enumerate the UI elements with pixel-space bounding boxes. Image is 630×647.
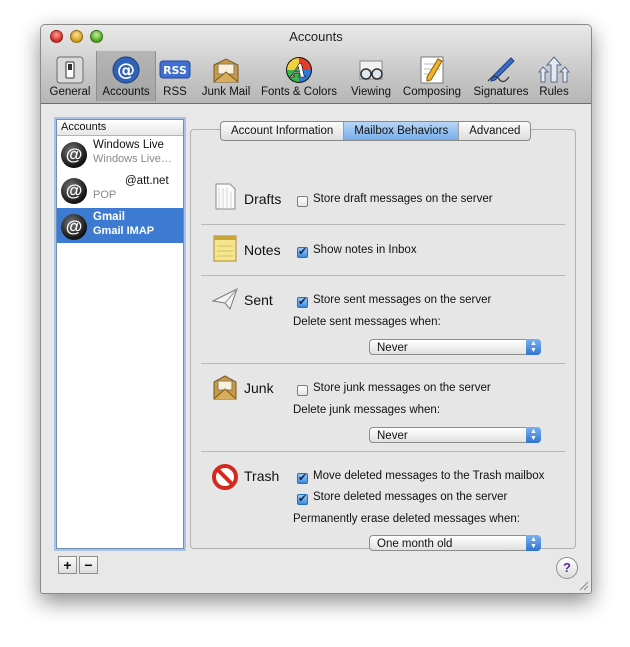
delete-junk-label: Delete junk messages when: xyxy=(293,404,441,416)
toolbar-general[interactable]: General xyxy=(45,51,95,101)
store-deleted-label: Store deleted messages on the server xyxy=(313,491,508,503)
svg-text:A: A xyxy=(290,60,307,82)
toolbar-fonts-colors[interactable]: A Fonts & Colors xyxy=(257,51,341,101)
erase-deleted-label: Permanently erase deleted messages when: xyxy=(293,513,520,525)
toolbar-label: Composing xyxy=(402,86,462,98)
divider xyxy=(201,451,565,452)
erase-deleted-popup[interactable]: One month old ▲ ▼ xyxy=(369,535,541,551)
toolbar-label: General xyxy=(49,86,91,98)
delete-sent-value: Never xyxy=(377,342,408,354)
at-sign-icon: @ xyxy=(112,56,140,84)
move-to-trash-checkbox[interactable] xyxy=(297,471,308,484)
mailbox-behaviors-panel: Drafts Store draft messages on the serve… xyxy=(190,129,576,551)
toolbar-label: Signatures xyxy=(473,86,529,98)
divider xyxy=(201,363,565,364)
sent-title: Sent xyxy=(244,292,273,308)
junk-envelope-icon xyxy=(213,58,239,83)
tab-bar: Account Information Mailbox Behaviors Ad… xyxy=(220,121,532,141)
junk-title: Junk xyxy=(244,380,274,396)
remove-account-button[interactable]: − xyxy=(79,556,98,574)
notes-pad-icon xyxy=(213,235,237,262)
svg-text:RSS: RSS xyxy=(163,64,187,77)
junk-envelope-icon xyxy=(213,375,237,400)
preferences-window: Accounts General @ Accounts RSS RSS Junk… xyxy=(40,24,592,594)
popup-arrows-icon: ▲ ▼ xyxy=(526,535,541,551)
account-name: @att.net xyxy=(125,175,169,187)
toolbar-label: Accounts xyxy=(102,86,150,98)
resize-grip-icon[interactable] xyxy=(578,580,589,591)
pen-signature-icon xyxy=(487,57,515,83)
erase-deleted-value: One month old xyxy=(377,538,453,550)
glasses-icon xyxy=(359,60,383,80)
show-notes-label: Show notes in Inbox xyxy=(313,244,417,256)
account-item-att[interactable]: @ @att.net POP xyxy=(57,172,183,208)
account-type: POP xyxy=(93,189,117,201)
accounts-list-header: Accounts xyxy=(57,120,183,136)
store-sent-checkbox[interactable] xyxy=(297,295,308,308)
account-item-gmail[interactable]: @ Gmail Gmail IMAP xyxy=(57,208,183,244)
titlebar: Accounts General @ Accounts RSS RSS Junk… xyxy=(41,25,591,104)
at-sign-icon: @ xyxy=(61,214,87,240)
rss-icon: RSS xyxy=(159,60,191,79)
store-drafts-label: Store draft messages on the server xyxy=(313,193,493,205)
delete-junk-value: Never xyxy=(377,430,408,442)
delete-junk-popup[interactable]: Never ▲ ▼ xyxy=(369,427,541,443)
delete-sent-label: Delete sent messages when: xyxy=(293,316,441,328)
toolbar-label: Fonts & Colors xyxy=(260,86,338,98)
notes-title: Notes xyxy=(244,242,281,258)
store-deleted-checkbox[interactable] xyxy=(297,492,308,505)
toolbar-label: Junk Mail xyxy=(201,86,251,98)
toolbar-junk-mail[interactable]: Junk Mail xyxy=(198,51,254,101)
help-button[interactable]: ? xyxy=(556,557,578,579)
window-title: Accounts xyxy=(289,29,343,44)
account-type: Windows Live… xyxy=(93,153,172,165)
divider xyxy=(201,224,565,225)
toolbar-rules[interactable]: Rules xyxy=(534,51,574,101)
drafts-title: Drafts xyxy=(244,191,282,207)
drafts-document-icon xyxy=(215,183,236,210)
delete-sent-popup[interactable]: Never ▲ ▼ xyxy=(369,339,541,355)
trash-title: Trash xyxy=(244,468,280,484)
at-sign-icon: @ xyxy=(61,142,87,168)
rules-arrows-icon xyxy=(538,56,570,83)
toolbar-accounts[interactable]: @ Accounts xyxy=(96,51,156,101)
tab-account-information[interactable]: Account Information xyxy=(221,122,345,140)
store-junk-label: Store junk messages on the server xyxy=(313,382,491,394)
add-account-button[interactable]: + xyxy=(58,556,77,574)
toolbar-label: Viewing xyxy=(350,86,392,98)
store-sent-label: Store sent messages on the server xyxy=(313,294,492,306)
svg-text:@: @ xyxy=(117,60,135,81)
popup-arrows-icon: ▲ ▼ xyxy=(526,339,541,355)
sent-paper-plane-icon xyxy=(211,288,238,310)
store-junk-checkbox[interactable] xyxy=(297,385,308,396)
move-to-trash-label: Move deleted messages to the Trash mailb… xyxy=(313,470,545,482)
toolbar-viewing[interactable]: Viewing xyxy=(346,51,396,101)
toolbar-signatures[interactable]: Signatures xyxy=(469,51,533,101)
toolbar-rss[interactable]: RSS RSS xyxy=(155,51,195,101)
account-name: Windows Live xyxy=(93,139,164,151)
color-a-icon: A xyxy=(286,57,312,83)
tab-advanced[interactable]: Advanced xyxy=(459,122,530,140)
accounts-list[interactable]: Accounts @ Windows Live Windows Live… @ … xyxy=(56,119,184,549)
show-notes-checkbox[interactable] xyxy=(297,245,308,258)
store-drafts-checkbox[interactable] xyxy=(297,196,308,207)
trash-no-symbol-icon xyxy=(212,464,238,490)
divider xyxy=(201,275,565,276)
account-item-windows-live[interactable]: @ Windows Live Windows Live… xyxy=(57,136,183,172)
at-sign-icon: @ xyxy=(61,178,87,204)
account-name: Gmail xyxy=(93,211,125,223)
toolbar-composing[interactable]: Composing xyxy=(399,51,465,101)
pencil-paper-icon xyxy=(420,56,444,84)
tab-mailbox-behaviors[interactable]: Mailbox Behaviors xyxy=(344,122,460,140)
popup-arrows-icon: ▲ ▼ xyxy=(526,427,541,443)
account-type: Gmail IMAP xyxy=(93,225,155,237)
toolbar-label: Rules xyxy=(539,86,569,98)
general-switch-icon xyxy=(56,56,84,84)
toolbar-label: RSS xyxy=(163,86,187,98)
